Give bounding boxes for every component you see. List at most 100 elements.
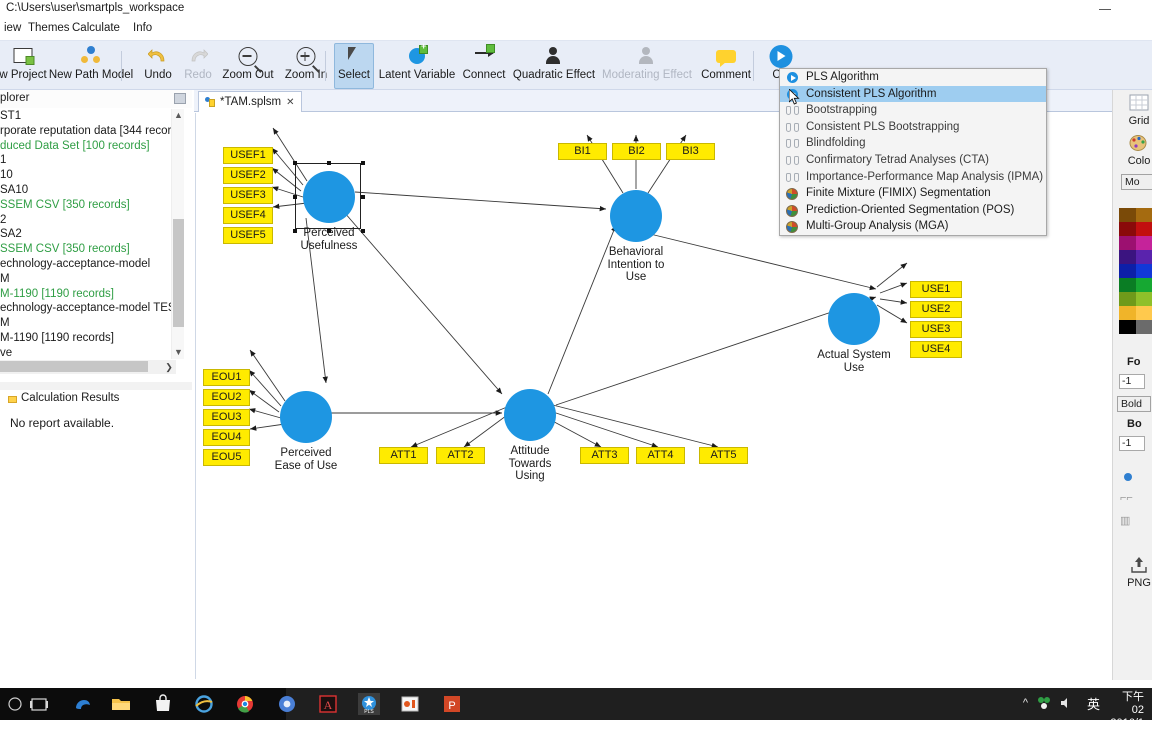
indicator-att5[interactable]: ATT5 bbox=[699, 447, 748, 464]
zoom-out-button[interactable]: Zoom Out bbox=[216, 44, 280, 88]
tree-item[interactable]: duced Data Set [100 records] bbox=[0, 139, 176, 154]
construct-perceived-usefulness[interactable] bbox=[293, 161, 365, 233]
marker-icon[interactable] bbox=[1121, 470, 1135, 484]
indicator-eou1[interactable]: EOU1 bbox=[203, 369, 250, 386]
color-swatch-grid[interactable] bbox=[1119, 208, 1152, 334]
tree-item[interactable]: rporate reputation data [344 records] bbox=[0, 124, 176, 139]
tree-item[interactable]: SA2 bbox=[0, 227, 176, 242]
indicator-bi3[interactable]: BI3 bbox=[666, 143, 715, 160]
grid-button[interactable]: Grid bbox=[1117, 94, 1152, 127]
tree-item[interactable]: SSEM CSV [350 records] bbox=[0, 198, 176, 213]
tree-item[interactable]: M bbox=[0, 272, 176, 287]
swatch[interactable] bbox=[1136, 278, 1152, 292]
swatch[interactable] bbox=[1119, 250, 1136, 264]
tree-item[interactable]: ve bbox=[0, 346, 176, 359]
tree-item[interactable]: M-1190 [1190 records] bbox=[0, 331, 176, 346]
indicator-use2[interactable]: USE2 bbox=[910, 301, 962, 318]
tree-item[interactable]: echnology-acceptance-model TEST2 bbox=[0, 301, 176, 316]
tree-horizontal-scrollbar[interactable]: ❯ bbox=[0, 360, 176, 374]
swatch[interactable] bbox=[1119, 264, 1136, 278]
tree-item[interactable]: 1 bbox=[0, 153, 176, 168]
undo-button[interactable]: Undo bbox=[136, 44, 180, 88]
language-indicator[interactable]: 英 bbox=[1087, 694, 1100, 713]
tree-item[interactable]: SSEM CSV [350 records] bbox=[0, 242, 176, 257]
swatch[interactable] bbox=[1136, 236, 1152, 250]
font-size-field[interactable]: -1 bbox=[1119, 374, 1145, 389]
tree-item[interactable]: M-1190 [1190 records] bbox=[0, 287, 176, 302]
indicator-usef5[interactable]: USEF5 bbox=[223, 227, 273, 244]
menu-item-info[interactable]: Info bbox=[129, 21, 156, 35]
swatch[interactable] bbox=[1136, 306, 1152, 320]
swatch[interactable] bbox=[1136, 222, 1152, 236]
indicator-use4[interactable]: USE4 bbox=[910, 341, 962, 358]
swatch[interactable] bbox=[1119, 292, 1136, 306]
indicator-usef3[interactable]: USEF3 bbox=[223, 187, 273, 204]
swatch[interactable] bbox=[1119, 236, 1136, 250]
task-view-icon[interactable] bbox=[28, 693, 50, 715]
indicator-att3[interactable]: ATT3 bbox=[580, 447, 629, 464]
edge-legacy-icon[interactable] bbox=[72, 693, 94, 715]
internet-explorer-icon[interactable] bbox=[193, 693, 215, 715]
menu-multi-group-analysis[interactable]: Multi-Group Analysis (MGA) bbox=[780, 218, 1046, 235]
tree-item[interactable]: SA10 bbox=[0, 183, 176, 198]
mode-button[interactable]: Mo bbox=[1121, 174, 1152, 190]
indicator-eou3[interactable]: EOU3 bbox=[203, 409, 250, 426]
indicator-usef4[interactable]: USEF4 bbox=[223, 207, 273, 224]
indicator-eou5[interactable]: EOU5 bbox=[203, 449, 250, 466]
spss-icon[interactable] bbox=[399, 693, 421, 715]
google-chrome-icon[interactable] bbox=[234, 693, 256, 715]
swatch[interactable] bbox=[1119, 320, 1136, 334]
collapse-all-icon[interactable] bbox=[174, 93, 186, 104]
indicator-usef2[interactable]: USEF2 bbox=[223, 167, 273, 184]
menu-blindfolding[interactable]: Blindfolding bbox=[780, 135, 1046, 152]
select-tool-button[interactable]: Select bbox=[334, 43, 374, 89]
scrollbar-thumb[interactable] bbox=[173, 219, 184, 327]
project-tree[interactable]: ST1 rporate reputation data [344 records… bbox=[0, 109, 176, 359]
scroll-right-arrow[interactable]: ❯ bbox=[162, 360, 176, 374]
tree-item[interactable]: echnology-acceptance-model bbox=[0, 257, 176, 272]
menu-consistent-pls-algorithm[interactable]: Consistent PLS Algorithm bbox=[780, 85, 1046, 103]
scroll-up-arrow[interactable]: ▲ bbox=[172, 109, 185, 122]
menu-pls-algorithm[interactable]: PLS Algorithm bbox=[780, 69, 1046, 86]
menu-bootstrapping[interactable]: Bootstrapping bbox=[780, 102, 1046, 119]
indicator-att4[interactable]: ATT4 bbox=[636, 447, 685, 464]
indicator-eou4[interactable]: EOU4 bbox=[203, 429, 250, 446]
indicator-use1[interactable]: USE1 bbox=[910, 281, 962, 298]
quadratic-effect-button[interactable]: Quadratic Effect bbox=[508, 44, 600, 88]
network-icon[interactable] bbox=[1036, 695, 1052, 714]
indicator-bi1[interactable]: BI1 bbox=[558, 143, 607, 160]
tree-vertical-scrollbar[interactable]: ▲ ▼ bbox=[171, 109, 184, 359]
indicator-eou2[interactable]: EOU2 bbox=[203, 389, 250, 406]
menu-pos-segmentation[interactable]: Prediction-Oriented Segmentation (POS) bbox=[780, 202, 1046, 219]
construct-actual-system-use[interactable] bbox=[828, 293, 880, 345]
start-button[interactable] bbox=[4, 693, 26, 715]
construct-attitude-towards-using[interactable] bbox=[504, 389, 556, 441]
indicator-usef1[interactable]: USEF1 bbox=[223, 147, 273, 164]
tree-item[interactable]: 2 bbox=[0, 213, 176, 228]
swatch[interactable] bbox=[1136, 250, 1152, 264]
tab-tam-splsm[interactable]: *TAM.splsm ✕ bbox=[198, 91, 302, 112]
text-tool-icon[interactable]: ⌐⌐ bbox=[1120, 492, 1133, 504]
clock[interactable]: 下午 02 2016/1 bbox=[1110, 691, 1144, 730]
bold-button[interactable]: Bold bbox=[1117, 396, 1151, 412]
close-icon[interactable]: ✕ bbox=[286, 97, 294, 108]
menu-ipma[interactable]: Importance-Performance Map Analysis (IPM… bbox=[780, 169, 1046, 186]
indicator-att1[interactable]: ATT1 bbox=[379, 447, 428, 464]
menu-item-calculate[interactable]: Calculate bbox=[68, 21, 124, 35]
measure-icon[interactable]: ▥ bbox=[1120, 514, 1130, 527]
volume-icon[interactable] bbox=[1058, 695, 1074, 714]
tree-item[interactable]: ST1 bbox=[0, 109, 176, 124]
menu-confirmatory-tetrad-analyses[interactable]: Confirmatory Tetrad Analyses (CTA) bbox=[780, 152, 1046, 169]
powerpoint-icon[interactable]: P bbox=[441, 693, 463, 715]
microsoft-store-icon[interactable] bbox=[152, 693, 174, 715]
smartpls-icon[interactable]: PLS bbox=[358, 693, 380, 715]
swatch[interactable] bbox=[1119, 306, 1136, 320]
minimize-button[interactable] bbox=[1092, 1, 1120, 17]
new-path-model-button[interactable]: New Path Model bbox=[46, 44, 136, 88]
swatch[interactable] bbox=[1136, 264, 1152, 278]
swatch[interactable] bbox=[1119, 278, 1136, 292]
indicator-bi2[interactable]: BI2 bbox=[612, 143, 661, 160]
scrollbar-thumb[interactable] bbox=[0, 361, 148, 372]
indicator-use3[interactable]: USE3 bbox=[910, 321, 962, 338]
menu-fimix-segmentation[interactable]: Finite Mixture (FIMIX) Segmentation bbox=[780, 185, 1046, 202]
